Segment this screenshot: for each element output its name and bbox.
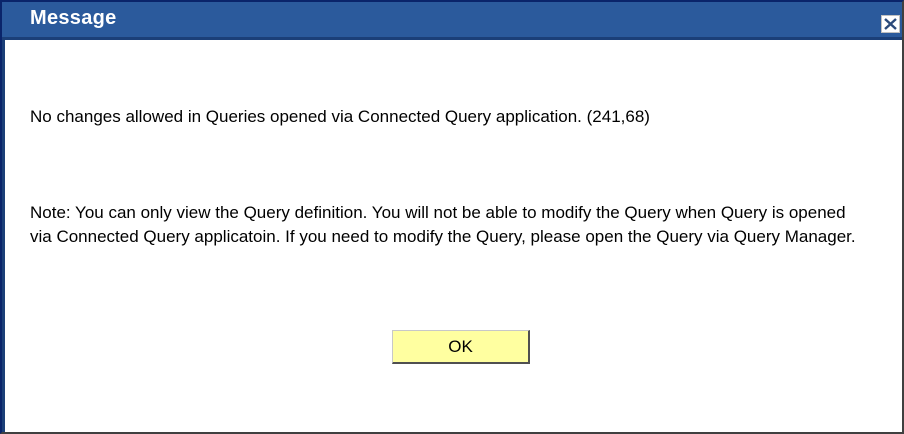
ok-button[interactable]: OK: [392, 330, 530, 364]
message-dialog: Message No changes allowed in Queries op…: [0, 0, 904, 434]
dialog-left-border: [2, 40, 5, 432]
close-button[interactable]: [881, 15, 900, 33]
close-icon: [884, 18, 897, 30]
note-text: Note: You can only view the Query defini…: [30, 203, 856, 246]
message-text: No changes allowed in Queries opened via…: [30, 107, 650, 126]
dialog-titlebar: Message: [2, 2, 902, 40]
dialog-title: Message: [30, 7, 117, 29]
